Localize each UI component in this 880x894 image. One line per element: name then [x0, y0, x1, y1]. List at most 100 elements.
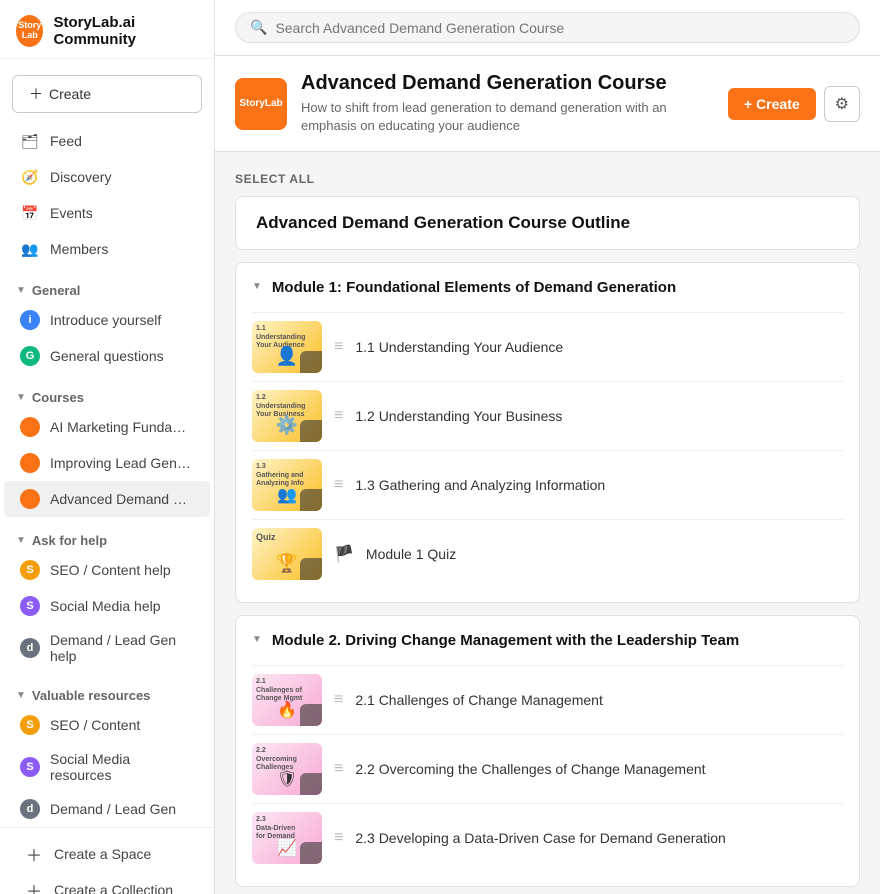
- create-space-item[interactable]: ＋ Create a Space: [8, 836, 206, 872]
- course-actions: + Create ⚙: [728, 86, 860, 122]
- create-button[interactable]: ＋ Create: [12, 75, 202, 113]
- lesson-1-3-thumb-icon: 👥: [277, 485, 297, 505]
- logo-abbr: StoryLab: [18, 21, 41, 41]
- section-ask-help[interactable]: ▼ Ask for help: [0, 525, 214, 552]
- adv-demand-icon: [20, 489, 40, 509]
- drag-handle-2-3[interactable]: ≡: [334, 829, 343, 847]
- thumb-corner-23: [300, 842, 322, 864]
- drag-handle-1-3[interactable]: ≡: [334, 476, 343, 494]
- bottom-actions: ＋ Create a Space ＋ Create a Collection: [0, 827, 214, 894]
- create-course-button[interactable]: + Create: [728, 88, 816, 120]
- introduce-label: Introduce yourself: [50, 312, 161, 328]
- sidebar-item-lead-gen[interactable]: Improving Lead Generation: [4, 445, 210, 481]
- module-2-chevron[interactable]: ▼: [252, 634, 262, 645]
- content-area: SELECT ALL Advanced Demand Generation Co…: [215, 152, 880, 894]
- sidebar-item-members-label: Members: [50, 241, 108, 257]
- section-courses[interactable]: ▼ Courses: [0, 382, 214, 409]
- module-1-chevron[interactable]: ▼: [252, 281, 262, 292]
- lesson-2-1: 2.1Challenges ofChange Mgmt 🔥 ≡ 2.1 Chal…: [252, 665, 843, 734]
- chevron-down-icon: ▼: [16, 285, 26, 296]
- lesson-2-2-text: 2.2 Overcoming the Challenges of Change …: [355, 761, 705, 777]
- sidebar-item-seo-content[interactable]: S SEO / Content: [4, 707, 210, 743]
- sidebar-item-demand-help[interactable]: d Demand / Lead Gen help: [4, 624, 210, 672]
- lesson-1-2-text: 1.2 Understanding Your Business: [355, 408, 562, 424]
- sidebar-item-feed[interactable]: 🗂 Feed: [4, 123, 210, 159]
- settings-button[interactable]: ⚙: [824, 86, 860, 122]
- module-2-card: ▼ Module 2. Driving Change Management wi…: [235, 615, 860, 887]
- app-logo: StoryLab StoryLab.ai Community: [0, 0, 214, 59]
- social-resources-label: Social Media resources: [50, 751, 194, 783]
- feed-icon: 🗂: [20, 131, 40, 151]
- sidebar: StoryLab StoryLab.ai Community ＋ Create …: [0, 0, 215, 894]
- sidebar-item-discovery[interactable]: 🧭 Discovery: [4, 159, 210, 195]
- thumb-corner-2: [300, 420, 322, 442]
- search-input[interactable]: [275, 20, 845, 36]
- drag-handle-1-2[interactable]: ≡: [334, 407, 343, 425]
- outline-card: Advanced Demand Generation Course Outlin…: [235, 196, 860, 250]
- lesson-2-1-thumb-icon: 🔥: [277, 700, 297, 720]
- module-1-header: ▼ Module 1: Foundational Elements of Dem…: [252, 277, 843, 298]
- section-general[interactable]: ▼ General: [0, 275, 214, 302]
- general-questions-label: General questions: [50, 348, 164, 364]
- adv-demand-label: Advanced Demand Generati: [50, 491, 194, 507]
- sidebar-item-ai-marketing[interactable]: AI Marketing Fundamentals: [4, 409, 210, 445]
- quiz-flag-icon: 🏴: [334, 544, 354, 564]
- lesson-2-2: 2.2OvercomingChallenges 🛡 ≡ 2.2 Overcomi…: [252, 734, 843, 803]
- course-avatar-text: StoryLab: [237, 95, 284, 112]
- lesson-2-3: 2.3Data-Drivenfor Demand 📈 ≡ 2.3 Develop…: [252, 803, 843, 872]
- lesson-2-3-thumb: 2.3Data-Drivenfor Demand 📈: [252, 812, 322, 864]
- ai-marketing-icon: [20, 417, 40, 437]
- seo-content-label: SEO / Content: [50, 717, 140, 733]
- thumb-corner-3: [300, 489, 322, 511]
- lesson-1-1-thumb: 1.1UnderstandingYour Audience 👤: [252, 321, 322, 373]
- select-all-bar[interactable]: SELECT ALL: [235, 168, 860, 196]
- thumb-corner-quiz: [300, 558, 322, 580]
- seo-help-icon: S: [20, 560, 40, 580]
- drag-handle-1-1[interactable]: ≡: [334, 338, 343, 356]
- create-collection-item[interactable]: ＋ Create a Collection: [8, 872, 206, 894]
- sidebar-item-general-questions[interactable]: G General questions: [4, 338, 210, 374]
- lesson-1-2-thumb-icon: ⚙️: [276, 415, 298, 436]
- chevron-down-icon-help: ▼: [16, 535, 26, 546]
- sidebar-item-events[interactable]: 📅 Events: [4, 195, 210, 231]
- select-all-label: SELECT ALL: [235, 172, 315, 186]
- discovery-icon: 🧭: [20, 167, 40, 187]
- section-valuable[interactable]: ▼ Valuable resources: [0, 680, 214, 707]
- sidebar-item-introduce[interactable]: i Introduce yourself: [4, 302, 210, 338]
- lesson-1-1-thumb-icon: 👤: [276, 346, 298, 367]
- sidebar-item-discovery-label: Discovery: [50, 169, 111, 185]
- sidebar-item-demand-resources[interactable]: d Demand / Lead Gen: [4, 791, 210, 827]
- section-valuable-label: Valuable resources: [32, 688, 151, 703]
- sidebar-item-feed-label: Feed: [50, 133, 82, 149]
- sidebar-item-adv-demand[interactable]: Advanced Demand Generati: [4, 481, 210, 517]
- course-title: Advanced Demand Generation Course: [301, 72, 714, 95]
- info-icon: i: [20, 310, 40, 330]
- sidebar-item-social-resources[interactable]: S Social Media resources: [4, 743, 210, 791]
- search-icon: 🔍: [250, 19, 267, 36]
- sidebar-item-members[interactable]: 👥 Members: [4, 231, 210, 267]
- general-questions-icon: G: [20, 346, 40, 366]
- drag-handle-2-2[interactable]: ≡: [334, 760, 343, 778]
- sidebar-item-seo-help[interactable]: S SEO / Content help: [4, 552, 210, 588]
- social-media-help-label: Social Media help: [50, 598, 161, 614]
- lesson-1-3: 1.3Gathering andAnalyzing Info 👥 ≡ 1.3 G…: [252, 450, 843, 519]
- outline-title: Advanced Demand Generation Course Outlin…: [256, 213, 839, 233]
- ai-marketing-label: AI Marketing Fundamentals: [50, 419, 194, 435]
- drag-handle-2-1[interactable]: ≡: [334, 691, 343, 709]
- lesson-1-2: 1.2UnderstandingYour Business ⚙️ ≡ 1.2 U…: [252, 381, 843, 450]
- sidebar-item-social-media-help[interactable]: S Social Media help: [4, 588, 210, 624]
- members-icon: 👥: [20, 239, 40, 259]
- sidebar-item-events-label: Events: [50, 205, 93, 221]
- lesson-2-2-thumb-icon: 🛡: [277, 769, 297, 789]
- search-box: 🔍: [235, 12, 860, 43]
- chevron-down-icon-valuable: ▼: [16, 690, 26, 701]
- course-avatar: StoryLab: [235, 78, 287, 130]
- lesson-2-3-text: 2.3 Developing a Data-Driven Case for De…: [355, 830, 725, 846]
- social-resources-icon: S: [20, 757, 40, 777]
- plus-icon: ＋: [29, 84, 43, 104]
- create-space-icon: ＋: [24, 844, 44, 864]
- lesson-1-quiz-thumb: Quiz 🏆: [252, 528, 322, 580]
- topbar: 🔍: [215, 0, 880, 56]
- lead-gen-label: Improving Lead Generation: [50, 455, 194, 471]
- section-general-label: General: [32, 283, 80, 298]
